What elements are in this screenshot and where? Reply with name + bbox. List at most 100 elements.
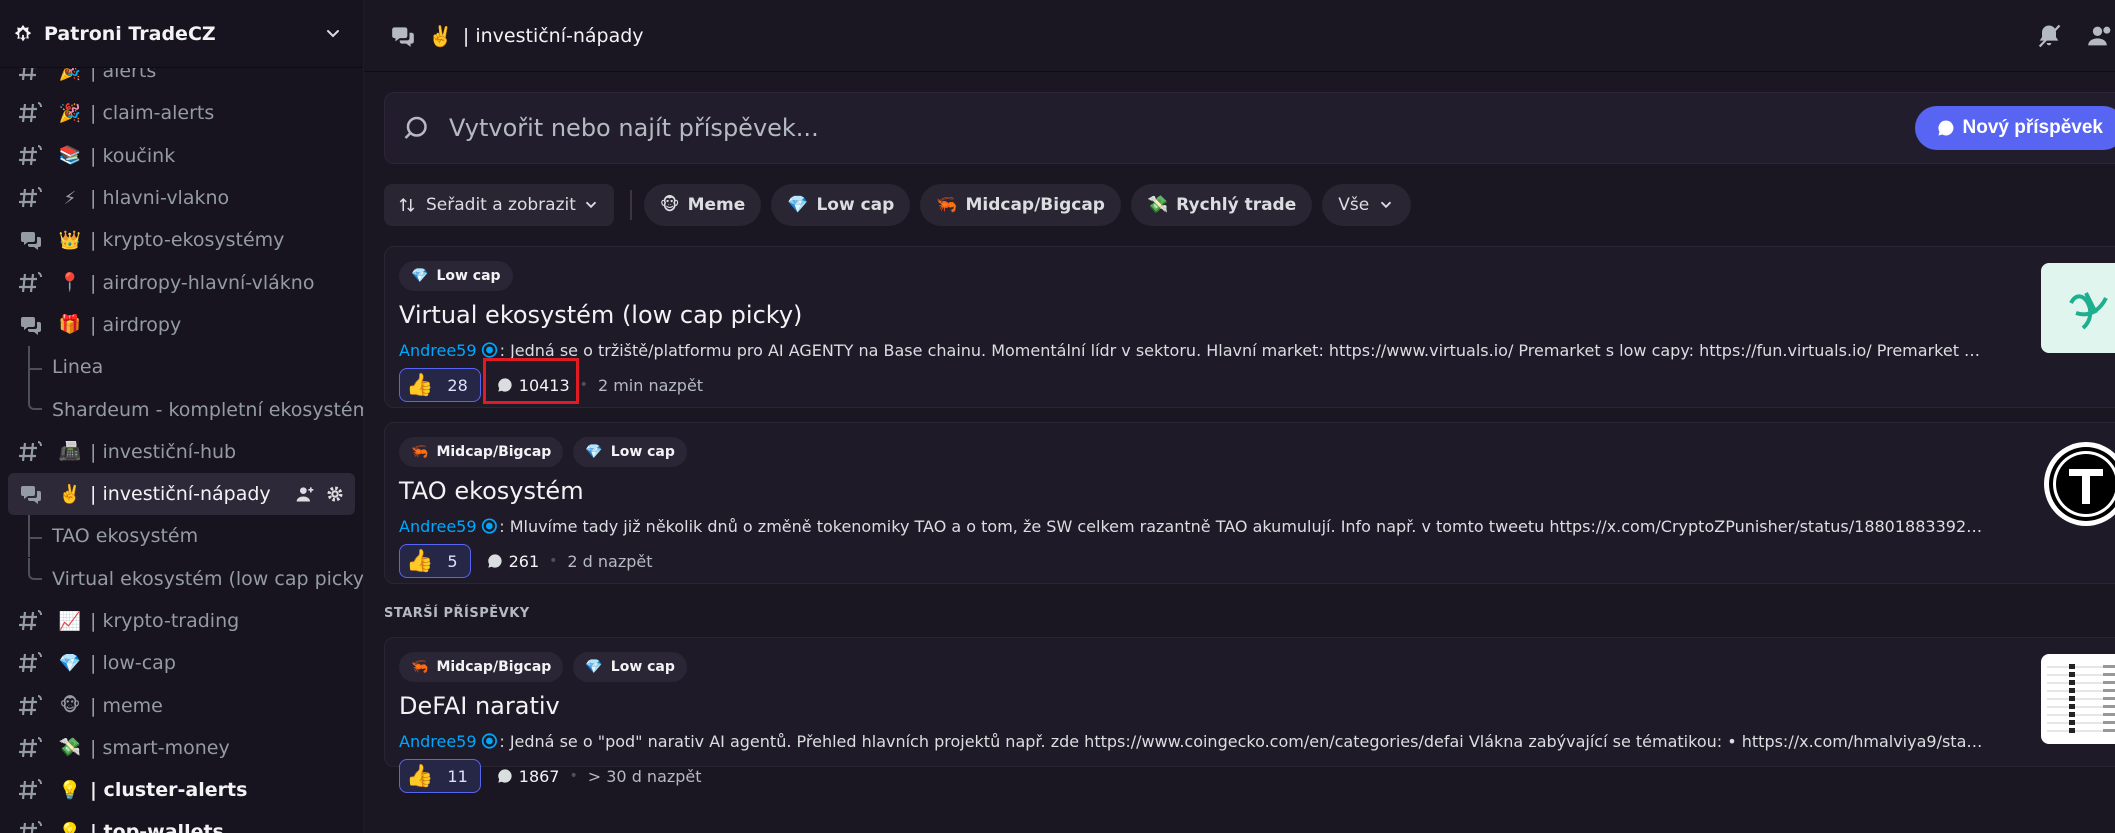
channel-emoji: 🎁 <box>58 314 82 336</box>
post-author[interactable]: Andree59 <box>399 341 477 360</box>
reaction-button[interactable]: 👍 5 <box>399 544 471 578</box>
text-channel-icon <box>19 271 42 292</box>
sidebar-thread-item[interactable]: Virtual ekosystém (low cap picky) <box>8 557 363 600</box>
thumbs-up-emoji: 👍 <box>406 372 434 398</box>
channel-label: | meme <box>90 694 163 717</box>
sidebar-channel-item[interactable]: 👑 | krypto-ekosystémy <box>8 219 355 261</box>
activity-badge-icon <box>481 733 497 749</box>
channel-emoji: 💡 <box>58 821 82 833</box>
reaction-button[interactable]: 👍 11 <box>399 759 481 793</box>
separator-dot: • <box>579 377 588 393</box>
sidebar-channel-item[interactable]: 🎉 | claim-alerts <box>8 92 355 134</box>
post-title[interactable]: DeFAI narativ <box>399 692 2115 724</box>
sidebar-channel-item[interactable]: 💎 | low-cap <box>8 642 355 684</box>
channel-emoji: ✌️ <box>428 23 453 48</box>
text-channel-icon <box>19 610 42 631</box>
forum-channel-icon <box>21 316 41 335</box>
channel-label: | low-cap <box>90 652 176 675</box>
server-home-icon <box>14 24 32 41</box>
chevron-down-icon[interactable] <box>323 24 343 44</box>
tag-label: Low cap <box>816 195 895 215</box>
new-post-label: Nový příspěvek <box>1962 117 2103 138</box>
thread-connector <box>28 557 42 580</box>
chevron-down-icon <box>1381 201 1392 209</box>
tag-label: Midcap/Bigcap <box>965 195 1105 215</box>
forum-channel-icon <box>392 26 414 47</box>
channel-label: | airdropy <box>90 313 182 336</box>
forum-post-card[interactable]: 💎 Low cap Virtual ekosystém (low cap picky… <box>384 246 2115 408</box>
sidebar-channel-item[interactable]: 📚 | koučink <box>8 135 355 177</box>
filter-bar: Seřadit a zobrazit 🐵 Meme 💎 Low cap 🦐 Midcap/… <box>384 184 2115 226</box>
tag-filter-chip[interactable]: 💸 Rychlý trade <box>1130 184 1313 226</box>
channel-emoji: 📚 <box>58 145 82 167</box>
sidebar-channel-item[interactable]: 📍 | airdropy-hlavní-vlákno <box>8 261 355 303</box>
sort-and-view-button[interactable]: Seřadit a zobrazit <box>384 184 614 226</box>
sidebar-channel-item[interactable]: ✌️ | investiční-nápady <box>8 472 355 516</box>
channel-emoji: 📈 <box>58 610 82 632</box>
sidebar-thread-item[interactable]: TAO ekosystém <box>8 515 355 558</box>
notifications-muted-icon[interactable] <box>2035 22 2063 50</box>
member-list-icon[interactable] <box>2087 22 2115 50</box>
tag-emoji: 🦐 <box>411 444 429 460</box>
gear-icon[interactable] <box>325 484 345 504</box>
thread-label: Linea <box>52 356 104 379</box>
thread-connector <box>28 515 42 558</box>
chat-bubble-icon <box>487 554 502 568</box>
channel-emoji: 👑 <box>58 229 82 251</box>
post-preview-text: : Jedná se o tržiště/platformu pro AI AG… <box>499 340 1984 360</box>
post-thumbnail[interactable] <box>2041 654 2115 744</box>
server-name: Patroni TradeCZ <box>44 22 216 45</box>
thumbs-up-emoji: 👍 <box>406 548 434 574</box>
sidebar-thread-item[interactable]: Linea <box>8 346 355 389</box>
tag-filter-chip[interactable]: 🐵 Meme <box>643 184 762 226</box>
sidebar-channel-item[interactable]: ⚡ | hlavni-vlakno <box>8 177 355 219</box>
new-post-button[interactable]: Nový příspěvek <box>1914 106 2115 150</box>
sidebar-channel-item[interactable]: 🎁 | airdropy <box>8 304 355 346</box>
tag-emoji: 🐵 <box>659 195 680 215</box>
text-channel-icon <box>19 144 42 165</box>
channel-label: | investiční-hub <box>90 440 237 463</box>
forum-post-card[interactable]: 🦐 Midcap/Bigcap 💎 Low cap TAO ekosystém Andre… <box>384 422 2115 584</box>
message-count-value: 1867 <box>518 766 560 786</box>
channel-emoji: 💎 <box>58 652 82 674</box>
sidebar-channel-item[interactable]: 💡 | top-wallets <box>8 811 355 833</box>
table-screenshot-thumbnail <box>2041 654 2115 744</box>
message-count: 1867 <box>497 766 560 786</box>
text-channel-icon <box>19 779 42 800</box>
sidebar-thread-item[interactable]: Shardeum - kompletní ekosystém <box>8 388 363 430</box>
tag-filter-chip[interactable]: 🦐 Midcap/Bigcap <box>920 184 1121 226</box>
post-title[interactable]: Virtual ekosystém (low cap picky) <box>399 301 2115 333</box>
search-placeholder[interactable]: Vytvořit nebo najít příspěvek... <box>449 114 1915 142</box>
tag-emoji: 🦐 <box>411 659 429 675</box>
sidebar-channel-item[interactable]: 📠 | investiční-hub <box>8 431 355 473</box>
sidebar-channel-item[interactable]: 🐵 | meme <box>8 684 355 726</box>
text-channel-icon <box>19 652 42 673</box>
post-thumbnail[interactable] <box>2041 263 2115 353</box>
channel-emoji: ⚡ <box>63 187 77 209</box>
reaction-button[interactable]: 👍 28 <box>399 368 481 402</box>
post-tag: 💎 Low cap <box>573 652 687 682</box>
post-author[interactable]: Andree59 <box>399 517 477 536</box>
channel-emoji: 📠 <box>58 441 82 463</box>
server-header[interactable]: Patroni TradeCZ <box>0 0 363 68</box>
post-preview: Andree59 : Jedná se o tržiště/platformu p… <box>399 339 1984 361</box>
post-thumbnail[interactable] <box>2041 439 2115 529</box>
text-channel-icon <box>19 736 42 758</box>
sidebar-channel-item[interactable]: 💡 | cluster-alerts <box>8 769 355 811</box>
tag-label: Low cap <box>610 659 675 675</box>
activity-badge-icon <box>481 342 497 358</box>
sidebar-channel-item[interactable]: 💸 | smart-money <box>8 727 355 769</box>
forum-post-card[interactable]: 🦐 Midcap/Bigcap 💎 Low cap DeFAI narativ Andre… <box>384 637 2115 793</box>
tao-logo-icon <box>2041 439 2115 529</box>
post-timestamp: 2 d nazpět <box>567 551 653 571</box>
post-title[interactable]: TAO ekosystém <box>399 477 2115 509</box>
search-create-bar[interactable]: Vytvořit nebo najít příspěvek... Nový př… <box>384 92 2115 164</box>
sidebar-channel-item[interactable]: 📈 | krypto-trading <box>8 600 355 642</box>
add-member-icon[interactable] <box>295 484 315 504</box>
reaction-count: 11 <box>447 766 468 786</box>
tag-filter-chip[interactable]: 💎 Low cap <box>771 184 911 226</box>
post-author[interactable]: Andree59 <box>399 732 477 751</box>
post-preview: Andree59: Jedná se o "pod" narativ AI ag… <box>399 730 1984 752</box>
all-tags-dropdown[interactable]: Vše <box>1322 184 1412 226</box>
older-posts-label: STARŠÍ PŘÍSPĚVKY <box>384 606 530 621</box>
